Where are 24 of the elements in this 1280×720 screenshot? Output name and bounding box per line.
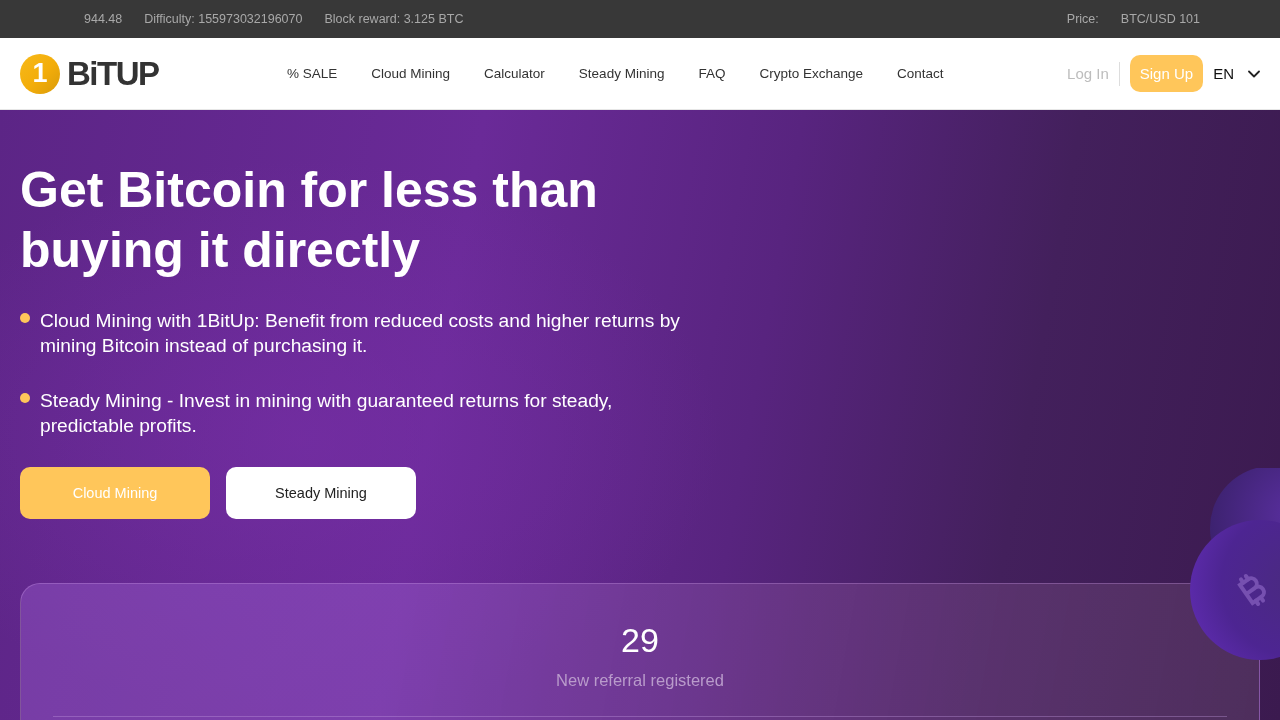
bullet-text: Steady Mining - Invest in mining with guaranteed returns for steady, predictable profits. (40, 389, 614, 438)
nav-link[interactable]: Crypto Exchange (759, 66, 863, 81)
ticker-text: Difficulty: 155973032196070 (144, 12, 303, 26)
language-selector[interactable]: EN (1207, 65, 1260, 82)
nav-link[interactable]: Steady Mining (578, 66, 665, 81)
ticker-text: 944.48 (84, 12, 123, 26)
stat-value: 29 (620, 620, 660, 660)
logo-wordmark: BiTUP (67, 57, 159, 90)
bullet-dot-icon (20, 393, 30, 403)
hero-button[interactable]: Steady Mining (226, 467, 416, 519)
nav-link[interactable]: Contact (897, 66, 944, 81)
nav-link[interactable]: Calculator (484, 66, 545, 81)
bullet-dot-icon (20, 313, 30, 323)
logo-mark: 1 (20, 53, 60, 94)
stat-label: New referral registered (555, 670, 725, 690)
bullet-text: Cloud Mining with 1BitUp: Benefit from reduced costs and higher returns by mining Bitcoin instead of purchasing it. (40, 309, 681, 358)
chevron-down-icon (1248, 69, 1260, 78)
nav-link[interactable]: % SALE (287, 66, 338, 81)
ticker-text: Block reward: 3.125 BTC (324, 12, 464, 26)
price-value: BTC/USD 101 (1120, 12, 1200, 26)
price-label: Price: (1066, 12, 1099, 26)
nav-link[interactable]: Cloud Mining (371, 66, 451, 81)
hero-title: Get Bitcoin for less than buying it directly (20, 161, 599, 280)
nav-link[interactable]: FAQ (698, 66, 726, 81)
